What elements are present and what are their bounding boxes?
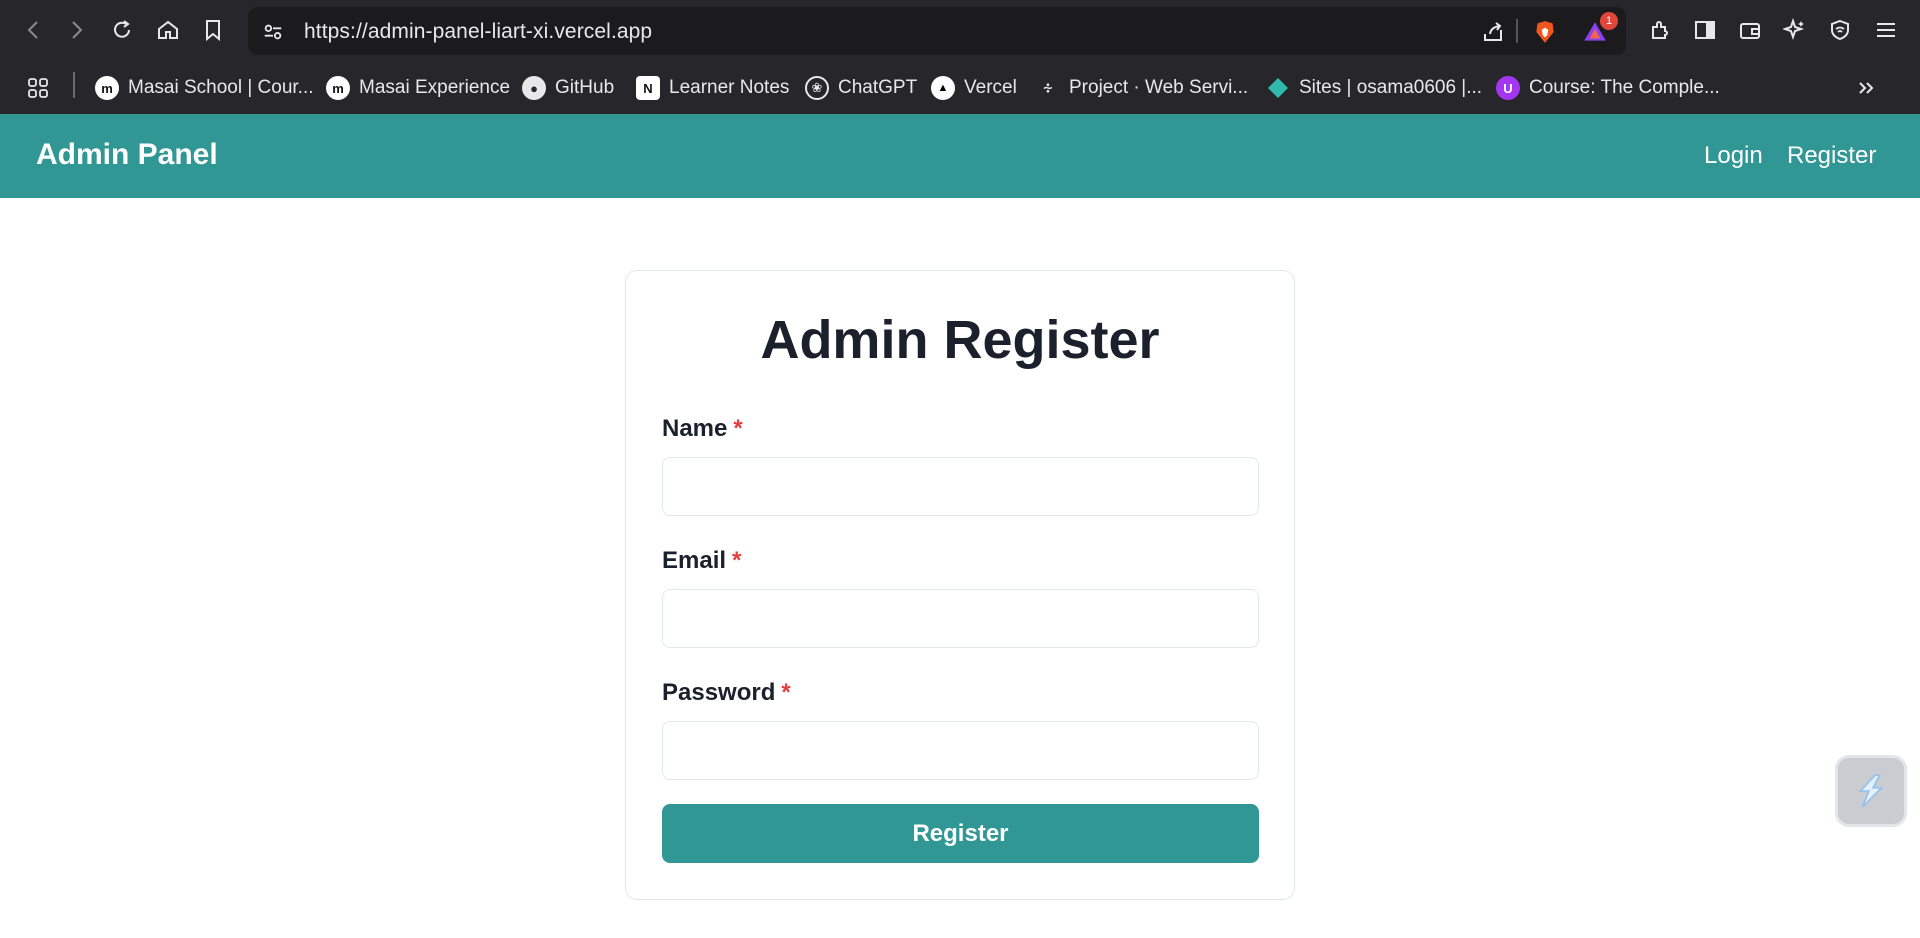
- password-label-text: Password: [662, 679, 776, 706]
- browser-chrome: https://admin-panel-liart-xi.vercel.app …: [0, 0, 1920, 114]
- bookmark-label: Masai School | Cour...: [128, 77, 314, 98]
- bookmark-project-web-service[interactable]: ∻ Project · Web Servi...: [1036, 72, 1249, 104]
- bookmark-masai-experience[interactable]: m Masai Experience: [326, 72, 510, 104]
- udemy-icon: U: [1496, 76, 1520, 100]
- bookmark-label: Project · Web Servi...: [1069, 77, 1249, 98]
- bookmark-sites-netlify[interactable]: Sites | osama0606 |...: [1266, 72, 1482, 104]
- masai-icon: m: [326, 76, 350, 100]
- required-marker: *: [732, 547, 742, 574]
- email-label-text: Email: [662, 547, 727, 574]
- bookmark-label: Course: The Comple...: [1529, 77, 1720, 98]
- name-label-text: Name: [662, 415, 728, 442]
- vpn-icon[interactable]: [1822, 12, 1858, 48]
- chevron-double-right-icon[interactable]: [1848, 70, 1884, 106]
- nav-login-link[interactable]: Login: [1704, 142, 1763, 170]
- chatgpt-icon: ❀: [805, 76, 829, 100]
- bookmark-masai-school[interactable]: m Masai School | Cour...: [95, 72, 314, 104]
- apps-icon[interactable]: [20, 70, 56, 106]
- bookmark-label: ChatGPT: [838, 77, 918, 98]
- bookmarks-bar: m Masai School | Cour... m Masai Experie…: [0, 62, 1920, 114]
- wallet-icon[interactable]: [1732, 12, 1768, 48]
- bookmark-label: Sites | osama0606 |...: [1299, 77, 1483, 98]
- address-bar[interactable]: https://admin-panel-liart-xi.vercel.app: [248, 7, 1626, 55]
- bookmark-label: Learner Notes: [669, 77, 790, 98]
- site-settings-icon[interactable]: [260, 19, 286, 45]
- name-input[interactable]: [662, 457, 1259, 516]
- home-icon[interactable]: [150, 12, 186, 48]
- masai-icon: m: [95, 76, 119, 100]
- password-input[interactable]: [662, 721, 1259, 780]
- brand-title[interactable]: Admin Panel: [36, 138, 218, 172]
- url-text[interactable]: https://admin-panel-liart-xi.vercel.app: [304, 20, 652, 44]
- bookmark-vercel[interactable]: ▲ Vercel: [931, 72, 1017, 104]
- bookmark-label: Masai Experience: [359, 77, 511, 98]
- urlbar-divider: [1516, 19, 1518, 43]
- notion-icon: N: [636, 76, 660, 100]
- bookmark-label: Vercel: [964, 77, 1017, 98]
- required-marker: *: [781, 679, 791, 706]
- lightning-icon: [1858, 774, 1884, 808]
- password-label: Password *: [662, 679, 791, 707]
- bookmark-learner-notes[interactable]: N Learner Notes: [636, 72, 789, 104]
- email-input[interactable]: [662, 589, 1259, 648]
- required-marker: *: [733, 415, 743, 442]
- notification-badge: 1: [1600, 12, 1618, 30]
- register-card: Admin Register Name * Email * Password * Re…: [625, 270, 1295, 900]
- sidebar-icon[interactable]: [1687, 12, 1723, 48]
- vercel-icon: ▲: [931, 76, 955, 100]
- leo-ai-icon[interactable]: [1777, 12, 1813, 48]
- email-label: Email *: [662, 547, 741, 575]
- render-icon: ∻: [1042, 80, 1054, 95]
- forward-icon[interactable]: [58, 12, 94, 48]
- menu-icon[interactable]: [1868, 12, 1904, 48]
- floating-widget-button[interactable]: [1835, 755, 1907, 827]
- bookmark-github[interactable]: ● GitHub: [522, 72, 614, 104]
- bookmarks-divider: [73, 72, 75, 98]
- bookmark-udemy-course[interactable]: U Course: The Comple...: [1496, 72, 1720, 104]
- bookmark-icon[interactable]: [195, 12, 231, 48]
- brave-shields-icon[interactable]: [1532, 19, 1558, 45]
- share-icon[interactable]: [1480, 19, 1506, 45]
- netlify-icon: [1266, 76, 1290, 100]
- page-title: Admin Register: [760, 310, 1160, 370]
- back-icon[interactable]: [16, 12, 52, 48]
- name-label: Name *: [662, 415, 743, 443]
- extensions-icon[interactable]: [1642, 12, 1678, 48]
- reload-icon[interactable]: [104, 12, 140, 48]
- app-navbar: Admin Panel Login Register: [0, 114, 1920, 198]
- bookmark-chatgpt[interactable]: ❀ ChatGPT: [805, 72, 917, 104]
- register-button[interactable]: Register: [662, 804, 1259, 863]
- nav-register-link[interactable]: Register: [1787, 142, 1876, 170]
- github-icon: ●: [522, 76, 546, 100]
- bookmark-label: GitHub: [555, 77, 615, 98]
- browser-toolbar: https://admin-panel-liart-xi.vercel.app …: [0, 0, 1920, 62]
